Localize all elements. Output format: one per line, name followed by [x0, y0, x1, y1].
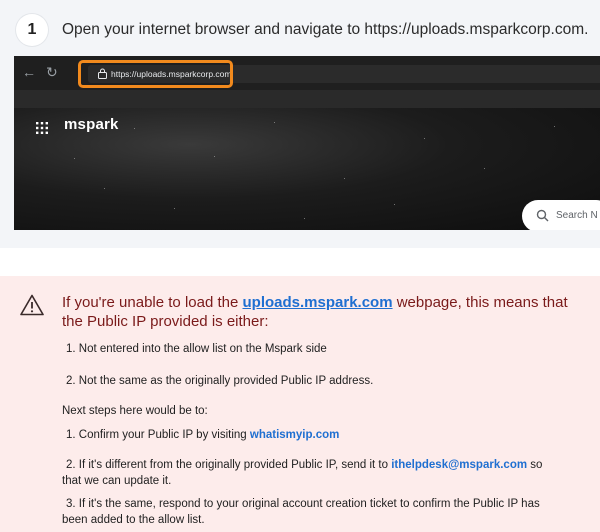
browser-bookmark-strip: [14, 90, 600, 108]
apps-grid-icon[interactable]: [36, 122, 48, 134]
arrow-left-icon[interactable]: ←: [22, 64, 36, 80]
helpdesk-email-link[interactable]: ithelpdesk@mspark.com: [391, 459, 527, 471]
site-search-input[interactable]: Search N: [522, 200, 600, 230]
step-card: 1 Open your internet browser and navigat…: [0, 0, 600, 248]
next-step-1: 1. Confirm your Public IP by visiting wh…: [66, 429, 340, 441]
warning-triangle-icon: [20, 294, 44, 316]
next-step-3: 3. If it's the same, respond to your ori…: [66, 498, 540, 510]
reason-2: 2. Not the same as the originally provid…: [66, 375, 374, 387]
reload-icon[interactable]: ↻: [46, 64, 58, 80]
site-hero: mspark Search N: [14, 108, 600, 230]
reason-1: 1. Not entered into the allow list on th…: [66, 343, 327, 355]
step-number: 1: [16, 14, 48, 46]
search-icon: [536, 209, 549, 222]
browser-toolbar: ← ↻ https://uploads.msparkcorp.com: [14, 56, 600, 90]
step-instruction: Open your internet browser and navigate …: [62, 21, 589, 38]
next-step-2-cont: that we can update it.: [62, 475, 172, 487]
whatismyip-link[interactable]: whatismyip.com: [250, 429, 339, 441]
uploads-link[interactable]: uploads.mspark.com: [243, 294, 393, 311]
mspark-logo: mspark: [64, 116, 119, 133]
next-step-2: 2. If it's different from the originally…: [66, 459, 543, 471]
warning-callout: If you're unable to load the uploads.msp…: [0, 276, 600, 532]
browser-screenshot: ← ↻ https://uploads.msparkcorp.com mspar…: [14, 56, 600, 230]
search-placeholder: Search N: [556, 210, 598, 221]
url-highlight: [78, 60, 233, 88]
next-step-3-cont: been added to the allow list.: [62, 514, 205, 526]
warning-title: If you're unable to load the uploads.msp…: [62, 294, 568, 330]
next-steps-label: Next steps here would be to:: [62, 405, 208, 417]
